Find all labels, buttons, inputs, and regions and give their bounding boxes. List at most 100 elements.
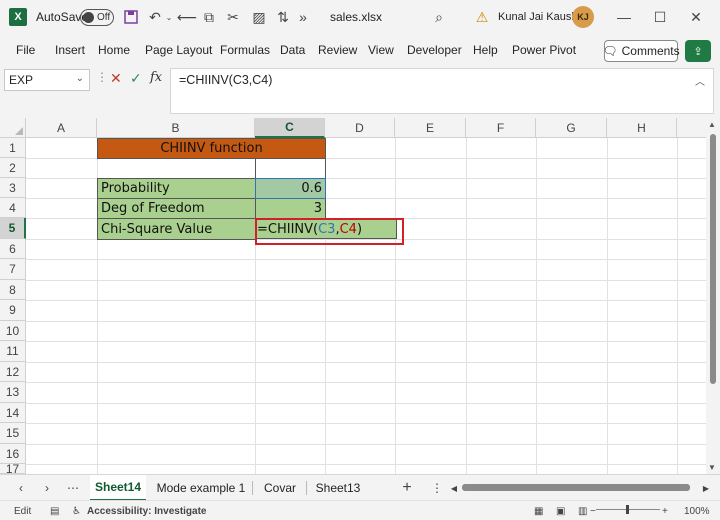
share-button[interactable]: ⇪ — [685, 40, 711, 62]
row-header-13[interactable]: 13 — [0, 382, 26, 403]
menu-review[interactable]: Review — [318, 34, 357, 66]
page-layout-view-icon[interactable]: ▣ — [556, 501, 565, 520]
macro-icon[interactable]: ▤ — [50, 501, 59, 520]
format-painter-icon[interactable]: ▨ — [250, 0, 268, 34]
more-commands-icon[interactable]: » — [296, 0, 310, 34]
column-header-a[interactable]: A — [26, 118, 97, 138]
formula-text: =CHIINV(C3,C4) — [179, 73, 273, 87]
select-all-button[interactable] — [0, 118, 26, 138]
row-header-9[interactable]: 9 — [0, 300, 26, 321]
column-header-h[interactable]: H — [607, 118, 677, 138]
gridline — [26, 464, 706, 465]
tab-more-icon[interactable]: ⋯ — [62, 475, 84, 501]
copy-icon[interactable]: ⧉ — [200, 0, 218, 34]
gridline — [26, 259, 706, 260]
worksheet-grid[interactable]: A B C D E F G H 1 2 3 4 5 6 7 8 9 10 11 … — [0, 118, 706, 474]
more-options-icon[interactable]: ⋮ — [96, 70, 108, 84]
redo-icon[interactable]: ⟵ — [177, 0, 197, 34]
add-sheet-icon[interactable]: + — [396, 475, 418, 501]
column-header-partial[interactable] — [677, 118, 706, 138]
row-header-11[interactable]: 11 — [0, 341, 26, 362]
menu-formulas[interactable]: Formulas — [220, 34, 270, 66]
comments-button[interactable]: 🗨 Comments — [602, 40, 680, 62]
collapse-formula-bar-icon[interactable]: ︿ — [695, 73, 705, 88]
insert-function-icon[interactable]: fx — [150, 70, 162, 85]
accessibility-status[interactable]: Accessibility: Investigate — [87, 501, 207, 520]
row-header-15[interactable]: 15 — [0, 423, 26, 444]
minimize-icon[interactable]: — — [614, 0, 634, 34]
search-icon[interactable]: ⌕ — [430, 0, 448, 34]
cell-b3-label[interactable]: Probability — [97, 178, 256, 199]
cut-icon[interactable]: ✂ — [224, 0, 242, 34]
menu-file[interactable]: File — [16, 34, 35, 66]
row-header-3[interactable]: 3 — [0, 178, 26, 198]
menu-page-layout[interactable]: Page Layout — [145, 34, 212, 66]
hscroll-left-icon[interactable]: ◀ — [448, 475, 460, 501]
tab-sheet14[interactable]: Sheet14 — [90, 475, 146, 501]
column-header-e[interactable]: E — [395, 118, 466, 138]
row-header-6[interactable]: 6 — [0, 239, 26, 259]
row-header-10[interactable]: 10 — [0, 321, 26, 341]
column-header-f[interactable]: F — [466, 118, 536, 138]
close-icon[interactable]: ✕ — [686, 0, 706, 34]
column-header-g[interactable]: G — [536, 118, 607, 138]
sort-icon[interactable]: ⇅ — [274, 0, 292, 34]
name-box[interactable]: EXP ⌄ — [4, 69, 90, 91]
row-header-1[interactable]: 1 — [0, 138, 26, 158]
scroll-thumb[interactable] — [710, 134, 716, 384]
tab-next-icon[interactable]: › — [38, 475, 56, 501]
vertical-scrollbar[interactable]: ▲ ▼ — [706, 118, 720, 474]
cell-c2[interactable] — [255, 158, 326, 179]
enter-icon[interactable]: ✓ — [130, 70, 142, 87]
accessibility-icon[interactable]: ♿ — [72, 501, 81, 520]
row-header-12[interactable]: 12 — [0, 362, 26, 382]
undo-icon[interactable]: ↶ — [146, 0, 164, 34]
menu-home[interactable]: Home — [98, 34, 130, 66]
row-header-2[interactable]: 2 — [0, 158, 26, 178]
column-header-c[interactable]: C — [255, 118, 325, 138]
row-header-4[interactable]: 4 — [0, 198, 26, 218]
menu-insert[interactable]: Insert — [55, 34, 85, 66]
cancel-icon[interactable]: ✕ — [110, 70, 122, 87]
zoom-out-icon[interactable]: − — [590, 501, 596, 520]
scroll-down-icon[interactable]: ▼ — [708, 463, 716, 472]
row-header-8[interactable]: 8 — [0, 280, 26, 300]
tab-prev-icon[interactable]: ‹ — [12, 475, 30, 501]
cell-b1-title[interactable]: CHIINV function — [97, 138, 326, 159]
autosave-toggle[interactable]: Off — [80, 0, 114, 34]
menu-help[interactable]: Help — [473, 34, 498, 66]
menu-data[interactable]: Data — [280, 34, 305, 66]
zoom-slider-knob[interactable] — [626, 505, 629, 514]
tab-options-icon[interactable]: ⋮ — [430, 475, 444, 501]
page-break-view-icon[interactable]: ▥ — [578, 501, 587, 520]
maximize-icon[interactable]: ☐ — [650, 0, 670, 34]
tab-sheet13[interactable]: Sheet13 — [310, 475, 366, 501]
avatar[interactable]: KJ — [572, 0, 594, 34]
gridline — [26, 321, 706, 322]
undo-dropdown-icon[interactable]: ⌄ — [164, 0, 174, 34]
column-header-d[interactable]: D — [325, 118, 395, 138]
row-header-17[interactable]: 17 — [0, 462, 26, 474]
tab-mode-example-1[interactable]: Mode example 1 — [152, 475, 250, 501]
chevron-down-icon[interactable]: ⌄ — [76, 73, 84, 84]
cell-b4-label[interactable]: Deg of Freedom — [97, 198, 256, 219]
menu-power-pivot[interactable]: Power Pivot — [512, 34, 576, 66]
row-header-7[interactable]: 7 — [0, 259, 26, 280]
cell-b5-label[interactable]: Chi-Square Value — [97, 218, 256, 240]
zoom-in-icon[interactable]: + — [662, 501, 668, 520]
row-header-5[interactable]: 5 — [0, 218, 26, 239]
horizontal-scroll-thumb[interactable] — [462, 484, 690, 491]
share-icon: ⇪ — [693, 45, 703, 58]
menu-view[interactable]: View — [368, 34, 394, 66]
scroll-up-icon[interactable]: ▲ — [708, 120, 716, 129]
cell-c4-degrees[interactable]: 3 — [255, 198, 326, 219]
menu-developer[interactable]: Developer — [407, 34, 462, 66]
zoom-level[interactable]: 100% — [684, 501, 710, 520]
normal-view-icon[interactable]: ▦ — [534, 501, 543, 520]
column-header-b[interactable]: B — [97, 118, 255, 138]
tab-covar[interactable]: Covar — [256, 475, 304, 501]
row-header-14[interactable]: 14 — [0, 403, 26, 423]
save-icon[interactable] — [122, 0, 140, 34]
formula-input[interactable]: =CHIINV(C3,C4) ︿ — [170, 68, 714, 114]
hscroll-right-icon[interactable]: ▶ — [700, 475, 712, 501]
